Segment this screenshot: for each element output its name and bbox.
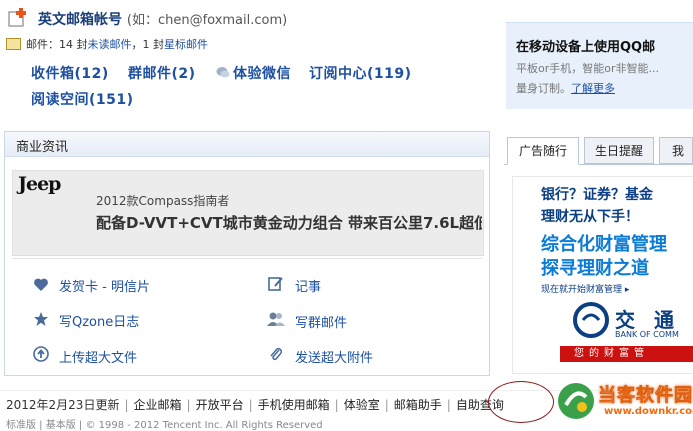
bank-logo-icon <box>573 302 609 338</box>
bank-ad-line3: 综合化财富管理 <box>541 234 667 255</box>
reading-space-link[interactable]: 阅读空间(151) <box>31 89 134 109</box>
wechat-link[interactable]: 体验微信 <box>233 63 291 83</box>
group-mail-tool-link[interactable]: 写群邮件 <box>295 312 347 331</box>
mobile-promo-desc: 平板or手机，智能or非智能... <box>516 62 659 75</box>
footer-separator: | <box>384 398 389 412</box>
learn-more-link[interactable]: 了解更多 <box>571 82 615 95</box>
tab-ad-follow[interactable]: 广告随行 <box>507 137 579 165</box>
paperclip-icon <box>270 347 283 361</box>
heart-icon <box>34 278 48 291</box>
mail-count-prefix: 邮件：14 封 <box>26 38 88 51</box>
mobile-promo-title: 在移动设备上使用QQ邮 <box>516 40 656 55</box>
account-title-text: 英文邮箱帐号 <box>38 12 122 28</box>
bank-ad-line2: 理财无从下手！ <box>541 209 639 225</box>
account-hint: (如：chen@foxmail.com) <box>126 13 288 28</box>
watermark-url: www.downkr.com <box>604 406 693 417</box>
subscription-link[interactable]: 订阅中心(119) <box>309 63 412 83</box>
jeep-ad-headline: 2012款Compass指南者 <box>96 194 230 208</box>
jeep-ad-tagline: 配备D-VVT+CVT城市黄金动力组合 带来百公里7.6L超低油耗 <box>96 214 482 232</box>
greeting-card-link[interactable]: 发贺卡 - 明信片 <box>59 276 150 295</box>
tab-more[interactable]: 我 <box>659 137 693 164</box>
business-panel-header <box>5 132 489 157</box>
footer-separator: | <box>248 398 253 412</box>
footer-mobile-mail-link[interactable]: 手机使用邮箱 <box>258 398 330 412</box>
footer-separator: | <box>124 398 129 412</box>
group-mail-link[interactable]: 群邮件(2) <box>128 63 196 83</box>
bank-ad-cta[interactable]: 现在就开始财富管理 ▸ <box>541 282 629 295</box>
jeep-logo: Jeep <box>18 173 61 195</box>
mail-summary: 邮件：14 封未读邮件，1 封星标邮件 <box>26 36 208 52</box>
business-panel-divider <box>12 258 482 259</box>
bank-name: 交 通 <box>615 308 680 332</box>
business-panel-title: 商业资讯 <box>16 140 69 155</box>
plus-icon[interactable] <box>8 8 28 28</box>
notes-link[interactable]: 记事 <box>295 276 321 295</box>
unread-link[interactable]: 未读邮件 <box>88 38 132 51</box>
starred-link[interactable]: 星标邮件 <box>164 38 208 51</box>
footer-open-platform-link[interactable]: 开放平台 <box>196 398 244 412</box>
mail-icon <box>6 38 21 50</box>
footer-mail-assistant-link[interactable]: 邮箱助手 <box>394 398 442 412</box>
bank-slogan: 您的财富管 <box>560 346 693 362</box>
footer-separator: | <box>334 398 339 412</box>
note-edit-icon <box>268 277 283 291</box>
footer-enterprise-mail-link[interactable]: 企业邮箱 <box>134 398 182 412</box>
account-title: 英文邮箱帐号 (如：chen@foxmail.com) <box>38 9 287 29</box>
bank-ad-line4: 探寻理财之道 <box>541 258 649 279</box>
upload-large-file-link[interactable]: 上传超大文件 <box>59 347 137 366</box>
watermark-title: 当客软件园 <box>598 385 693 407</box>
bank-english-name: BANK OF COMM <box>615 330 679 339</box>
footer-lab-link[interactable]: 体验室 <box>344 398 380 412</box>
send-attachment-link[interactable]: 发送超大附件 <box>295 347 373 366</box>
footer-updated-text: 2012年2月23日更新 <box>6 398 120 412</box>
star-icon <box>34 312 48 326</box>
highlight-circle <box>488 381 554 423</box>
watermark-logo-icon <box>558 383 594 419</box>
group-users-icon <box>267 312 285 326</box>
footer-separator: | <box>186 398 191 412</box>
mobile-promo-desc2: 量身订制。了解更多 <box>516 80 615 96</box>
footer-links: 2012年2月23日更新 | 企业邮箱 | 开放平台 | 手机使用邮箱 | 体验室 | 邮箱助手 | 自… <box>6 396 504 413</box>
wechat-icon <box>216 67 230 78</box>
upload-icon <box>33 346 49 362</box>
mobile-promo-desc-prefix: 量身订制。 <box>516 82 571 95</box>
inbox-link[interactable]: 收件箱(12) <box>31 63 109 83</box>
mail-count-mid: ，1 封 <box>131 38 165 51</box>
footer-copyright: 标准版 | 基本版 | © 1998 - 2012 Tencent Inc. A… <box>6 420 323 431</box>
qzone-diary-link[interactable]: 写Qzone日志 <box>59 311 139 330</box>
tab-birthday-reminder[interactable]: 生日提醒 <box>584 137 654 164</box>
bank-ad-line1: 银行？证券？基金 <box>541 187 653 203</box>
footer-separator: | <box>446 398 451 412</box>
